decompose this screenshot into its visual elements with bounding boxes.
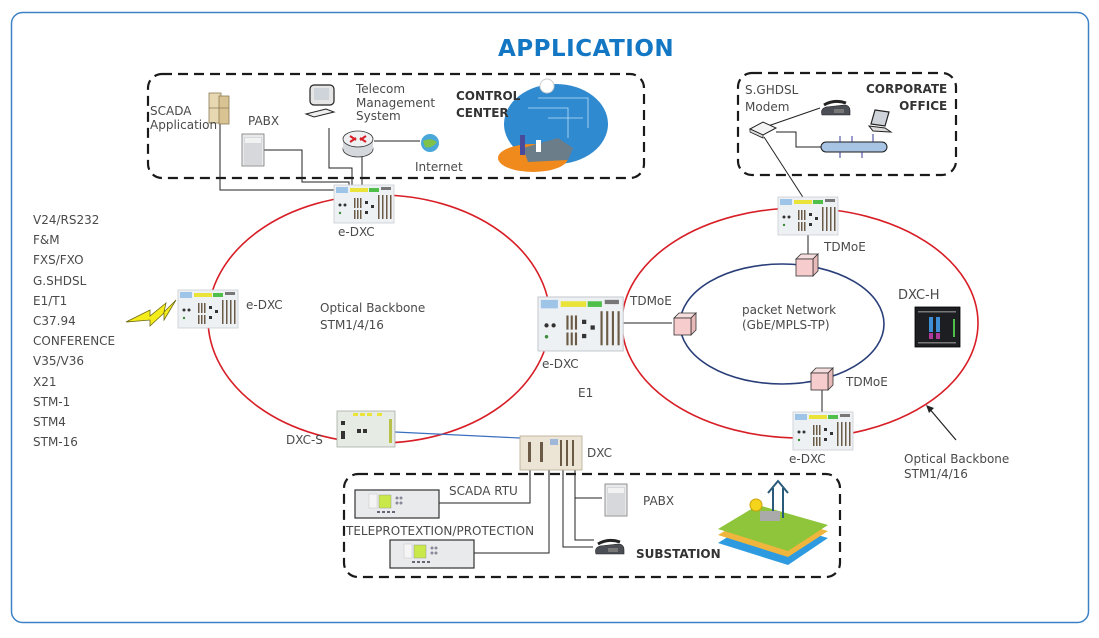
packet-line1: packet Network [742, 303, 837, 317]
modem-label: S.GHDSL Modem [745, 82, 798, 116]
e-dxc-center-label: e-DXC [542, 357, 579, 371]
control-center-line2: CENTER [456, 106, 509, 120]
scada-rtu-device [354, 489, 440, 519]
interface-list: V24/RS232 F&M FXS/FXO G.SHDSL E1/T1 C37.… [33, 210, 115, 452]
interface-item: E1/T1 [33, 293, 68, 308]
pabx-label: PABX [248, 114, 280, 128]
tms-line1: Telecom [356, 82, 406, 96]
teleprotection-label: TELEPROTEXTION/PROTECTION [346, 524, 535, 538]
tdmoe-top-label: TDMoE [824, 240, 866, 254]
optical-backbone-arrow [926, 405, 957, 441]
modem-line1: S.GHDSL [745, 83, 799, 97]
interface-item: F&M [33, 233, 60, 248]
internet-label: Internet [415, 160, 463, 174]
corporate-phone-icon [820, 99, 852, 117]
left-backbone-line1: Optical Backbone [320, 301, 426, 315]
dxc-s-device[interactable] [336, 410, 396, 448]
scada-label-line1: SCADA [150, 104, 192, 118]
left-backbone-line2: STM1/4/16 [320, 318, 384, 332]
telecom-management-label: Telecom Management System [356, 82, 436, 124]
computer-icon [304, 84, 336, 118]
interface-item: G.SHDSL [33, 273, 87, 288]
tdmoe-bottom-label: TDMoE [846, 375, 888, 389]
e-dxc-bottom-right-label: e-DXC [789, 452, 826, 466]
scada-rtu-label: SCADA RTU [449, 484, 518, 498]
router-icon [342, 130, 374, 158]
e-dxc-left-device[interactable] [177, 289, 239, 329]
interface-item: FXS/FXO [33, 253, 84, 268]
diagram-title: APPLICATION [498, 36, 675, 62]
control-center-line1: CONTROL [456, 89, 521, 103]
scada-application-label: SCADA Application [150, 104, 217, 132]
corporate-line2: OFFICE [899, 99, 948, 113]
tdmoe-box-top [795, 253, 819, 277]
teleprotection-device [389, 539, 475, 569]
interface-item: V35/V36 [33, 354, 84, 369]
dxc-s-to-dxc-link [394, 431, 521, 439]
tms-line2: Management [356, 95, 436, 110]
dxc-h-label: DXC-H [898, 288, 940, 303]
substation-phone-icon [594, 538, 626, 556]
interface-item: C37.94 [33, 314, 76, 329]
lan-bus [820, 134, 888, 158]
control-center-label: CONTROL CENTER [456, 88, 520, 122]
internet-globe-icon [421, 134, 439, 152]
pabx-icon [241, 133, 265, 167]
dxc-h-device[interactable] [914, 306, 961, 348]
substation-pabx-label: PABX [643, 494, 675, 508]
dxc-label: DXC [587, 446, 612, 460]
interface-item: STM-1 [33, 394, 71, 409]
interface-item: V24/RS232 [33, 213, 100, 227]
dxc-s-label: DXC-S [286, 433, 323, 447]
modem-line2: Modem [745, 100, 790, 114]
interface-item: CONFERENCE [33, 334, 116, 349]
e1-label: E1 [578, 386, 594, 400]
lightning-icon [125, 299, 177, 327]
tdmoe-box-left [673, 312, 697, 336]
tdmoe-top-dxc-device[interactable] [777, 196, 839, 236]
interface-item: X21 [33, 374, 57, 389]
tdmoe-left-label: TDMoE [630, 294, 672, 308]
right-optical-backbone-label: Optical Backbone STM1/4/16 [904, 452, 1009, 482]
left-optical-backbone-label: Optical Backbone STM1/4/16 [320, 300, 425, 334]
tms-line3: System [356, 109, 401, 123]
e-dxc-left-label: e-DXC [246, 298, 283, 312]
interface-item: STM4 [33, 415, 66, 430]
interface-item: STM-16 [33, 435, 78, 450]
packet-line2: (GbE/MPLS-TP) [742, 318, 830, 332]
corporate-line1: CORPORATE [866, 82, 948, 96]
tdmoe-box-bottom [810, 367, 834, 391]
substation-pabx-icon [604, 483, 628, 517]
substation-illustration [718, 479, 828, 565]
e-dxc-center-device[interactable] [537, 296, 624, 352]
packet-network-label: packet Network (GbE/MPLS-TP) [742, 303, 836, 333]
e-dxc-top-label: e-DXC [338, 225, 375, 239]
e-dxc-bottom-right-device[interactable] [792, 411, 854, 451]
dxc-device[interactable] [519, 435, 583, 471]
corporate-office-label: CORPORATE OFFICE [866, 81, 947, 115]
right-backbone-line1: Optical Backbone [904, 452, 1010, 466]
right-backbone-line2: STM1/4/16 [904, 467, 968, 481]
scada-label-line2: Application [150, 118, 218, 132]
substation-label: SUBSTATION [636, 547, 721, 561]
e-dxc-top-device[interactable] [333, 184, 395, 224]
